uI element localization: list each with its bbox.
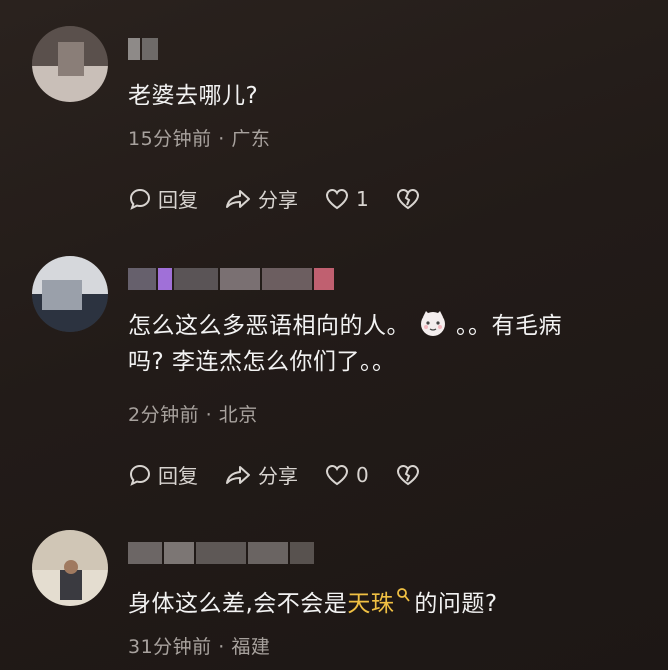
comment-text-line2: 吗? 李连杰怎么你们了。。 xyxy=(128,349,396,375)
comment-location: 北京 xyxy=(218,404,258,426)
broken-heart-icon xyxy=(396,188,419,209)
comment-text-part: 的问题? xyxy=(414,591,498,617)
share-icon xyxy=(226,465,250,484)
reply-label: 回复 xyxy=(158,464,198,488)
share-label: 分享 xyxy=(258,188,298,212)
comment-location: 广东 xyxy=(231,128,271,150)
meta-separator: · xyxy=(211,128,232,150)
share-icon xyxy=(226,189,250,208)
dislike-button[interactable] xyxy=(395,463,421,487)
share-label: 分享 xyxy=(258,464,298,488)
comment-location: 福建 xyxy=(231,636,271,658)
heart-icon xyxy=(325,464,349,485)
comment-time: 15分钟前 xyxy=(128,128,212,150)
like-count: 1 xyxy=(356,186,369,211)
comment-meta: 2分钟前 · 北京 xyxy=(128,400,258,427)
username[interactable] xyxy=(128,38,158,60)
share-button[interactable]: 分享 xyxy=(224,460,298,489)
reply-button[interactable]: 回复 xyxy=(128,460,198,489)
username[interactable] xyxy=(128,542,314,564)
like-count: 0 xyxy=(356,462,369,487)
reply-label: 回复 xyxy=(158,188,198,212)
keyword-link[interactable]: 天珠 xyxy=(347,591,394,617)
comment-meta: 31分钟前 · 福建 xyxy=(128,632,270,659)
reply-icon xyxy=(129,464,151,486)
reply-button[interactable]: 回复 xyxy=(128,184,198,213)
comment-text-part: 怎么这么多恶语相向的人。 xyxy=(128,313,410,339)
comment-time: 31分钟前 xyxy=(128,636,212,658)
like-button[interactable]: 1 xyxy=(324,187,369,211)
share-button[interactable]: 分享 xyxy=(224,184,298,213)
cat-emoji-icon xyxy=(418,309,448,337)
avatar[interactable] xyxy=(32,530,108,606)
meta-separator: · xyxy=(211,636,232,658)
broken-heart-icon xyxy=(396,464,419,485)
comment-text: 身体这么差,会不会是天珠 的问题? xyxy=(128,586,628,622)
search-icon[interactable] xyxy=(396,587,411,603)
comment-actions: 回复 分享 0 xyxy=(128,460,447,489)
avatar[interactable] xyxy=(32,256,108,332)
comment-time: 2分钟前 xyxy=(128,404,200,426)
comment-meta: 15分钟前 · 广东 xyxy=(128,124,270,151)
comment-text-part: 身体这么差,会不会是 xyxy=(128,591,348,617)
reply-icon xyxy=(129,188,151,210)
avatar[interactable] xyxy=(32,26,108,102)
username[interactable] xyxy=(128,268,334,290)
dislike-button[interactable] xyxy=(395,187,421,211)
heart-icon xyxy=(325,188,349,209)
comment-text: 怎么这么多恶语相向的人。 。。有毛病 吗? 李连杰怎么你们了。。 xyxy=(128,308,628,380)
comment-actions: 回复 分享 1 xyxy=(128,184,447,213)
like-button[interactable]: 0 xyxy=(324,463,369,487)
comment-text-part: 。。有毛病 xyxy=(456,313,562,339)
comment-text: 老婆去哪儿? xyxy=(128,83,259,109)
meta-separator: · xyxy=(199,404,219,426)
